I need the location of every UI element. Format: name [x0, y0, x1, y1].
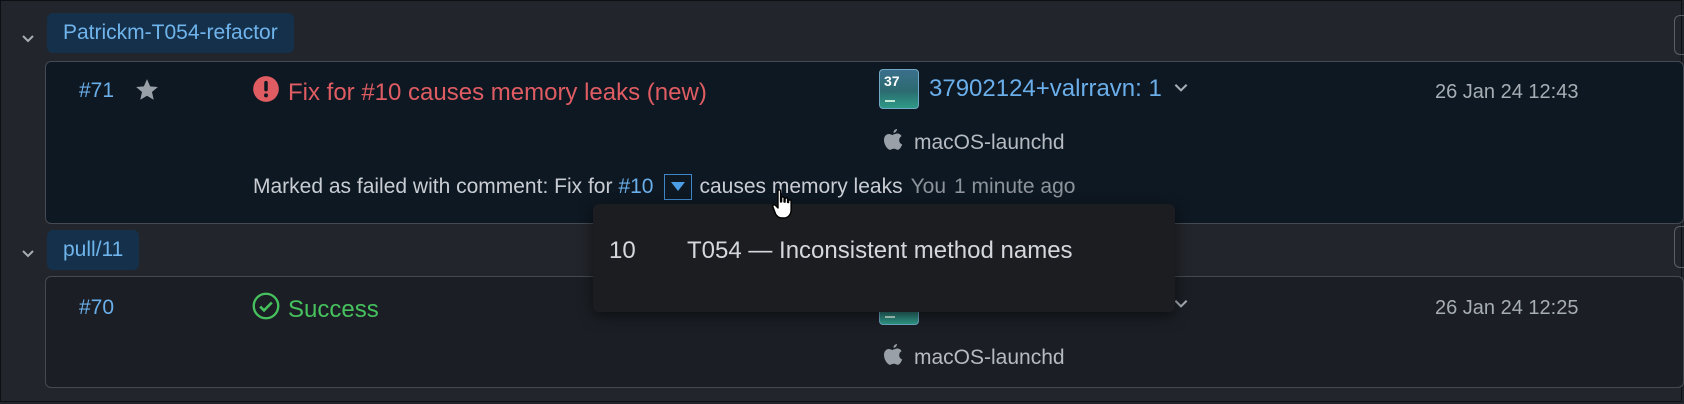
issue-popup-item[interactable]: 10 T054 — Inconsistent method names: [593, 226, 1175, 276]
collapse-group-chevron-icon[interactable]: [16, 241, 40, 265]
chevron-down-icon[interactable]: [1172, 75, 1190, 103]
branch-tag[interactable]: pull/11: [47, 230, 140, 270]
build-status-text: Success: [288, 295, 379, 323]
build-date: 26 Jan 24 12:43: [1435, 81, 1579, 103]
scrollbar-handle[interactable]: [1674, 15, 1684, 55]
branch-tag[interactable]: Patrickm-T054-refactor: [47, 13, 294, 53]
star-icon[interactable]: [134, 77, 160, 108]
agent-name[interactable]: macOS-launchd: [914, 346, 1065, 370]
user-link[interactable]: 37902124+valrravn: 1: [929, 75, 1162, 103]
success-check-icon: [252, 292, 280, 327]
scrollbar-handle[interactable]: [1674, 226, 1684, 268]
comment-time: 1 minute ago: [954, 175, 1076, 198]
agent-name[interactable]: macOS-launchd: [914, 131, 1065, 155]
apple-icon: [882, 127, 904, 159]
issue-title[interactable]: T054 — Inconsistent method names: [687, 237, 1073, 265]
comment-author[interactable]: You: [911, 175, 946, 199]
agent-info[interactable]: macOS-launchd: [882, 127, 1065, 159]
error-icon: [252, 75, 280, 110]
comment-text: Marked as failed with comment: Fix for: [253, 175, 613, 198]
issue-popup: 10 T054 — Inconsistent method names: [593, 204, 1175, 312]
build-date: 26 Jan 24 12:25: [1435, 297, 1579, 319]
issue-dropdown-button[interactable]: [663, 174, 692, 200]
issue-link[interactable]: #10: [618, 175, 653, 199]
triggered-by[interactable]: 37 37902124+valrravn: 1: [879, 69, 1190, 109]
comment-text-suffix: causes memory leaks: [699, 175, 903, 198]
build-comment: Marked as failed with comment: Fix for #…: [253, 174, 1075, 200]
build-number-link[interactable]: #70: [79, 296, 114, 320]
avatar: 37: [879, 69, 919, 109]
apple-icon: [882, 342, 904, 374]
agent-info[interactable]: macOS-launchd: [882, 342, 1065, 374]
hand-cursor-icon: [770, 188, 798, 227]
build-status-text: Fix for #10 causes memory leaks (new): [288, 78, 707, 106]
issue-id: 10: [609, 237, 636, 264]
build-number-link[interactable]: #71: [79, 79, 114, 103]
build-status-link[interactable]: Success: [252, 292, 379, 327]
collapse-group-chevron-icon[interactable]: [16, 26, 40, 50]
build-status-link[interactable]: Fix for #10 causes memory leaks (new): [252, 75, 707, 110]
